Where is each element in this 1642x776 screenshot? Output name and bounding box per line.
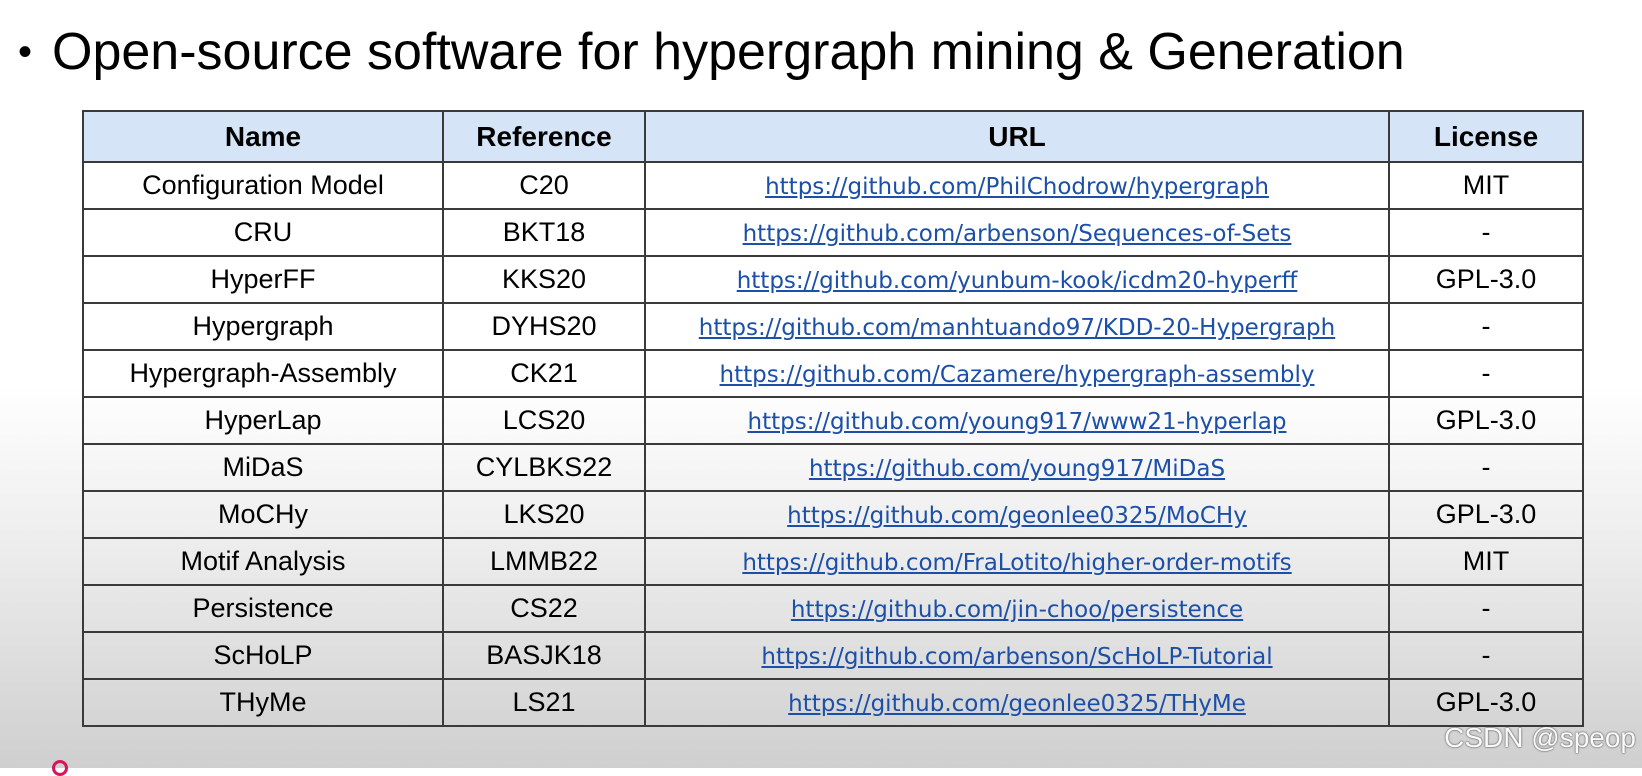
table-row: ScHoLP BASJK18 https://github.com/arbens… xyxy=(82,631,1584,680)
url-link[interactable]: https://github.com/yunbum-kook/icdm20-hy… xyxy=(737,268,1298,294)
cell-reference: BKT18 xyxy=(442,208,646,257)
cell-license: - xyxy=(1388,631,1584,680)
cell-license: GPL-3.0 xyxy=(1388,490,1584,539)
table-row: Motif Analysis LMMB22 https://github.com… xyxy=(82,537,1584,586)
table-row: HyperFF KKS20 https://github.com/yunbum-… xyxy=(82,255,1584,304)
cell-reference: C20 xyxy=(442,161,646,210)
cell-reference: LKS20 xyxy=(442,490,646,539)
cell-reference: CYLBKS22 xyxy=(442,443,646,492)
cell-name: HyperFF xyxy=(82,255,444,304)
table-row: THyMe LS21 https://github.com/geonlee032… xyxy=(82,678,1584,727)
url-link[interactable]: https://github.com/arbenson/Sequences-of… xyxy=(743,221,1292,247)
software-table: Name Reference URL License Configuration… xyxy=(82,110,1584,727)
watermark: CSDN @speop xyxy=(1444,722,1636,753)
table-row: MoCHy LKS20 https://github.com/geonlee03… xyxy=(82,490,1584,539)
cell-name: Motif Analysis xyxy=(82,537,444,586)
table-row: MiDaS CYLBKS22 https://github.com/young9… xyxy=(82,443,1584,492)
cell-reference: CK21 xyxy=(442,349,646,398)
cell-reference: LMMB22 xyxy=(442,537,646,586)
cell-license: MIT xyxy=(1388,161,1584,210)
cell-license: GPL-3.0 xyxy=(1388,678,1584,727)
cell-url: https://github.com/yunbum-kook/icdm20-hy… xyxy=(644,255,1390,304)
url-link[interactable]: https://github.com/arbenson/ScHoLP-Tutor… xyxy=(761,644,1272,670)
cell-url: https://github.com/PhilChodrow/hypergrap… xyxy=(644,161,1390,210)
cell-license: MIT xyxy=(1388,537,1584,586)
cell-url: https://github.com/young917/MiDaS xyxy=(644,443,1390,492)
column-header-url: URL xyxy=(644,110,1390,163)
cell-license: GPL-3.0 xyxy=(1388,255,1584,304)
cell-url: https://github.com/manhtuando97/KDD-20-H… xyxy=(644,302,1390,351)
table-row: Hypergraph-Assembly CK21 https://github.… xyxy=(82,349,1584,398)
cell-url: https://github.com/geonlee0325/THyMe xyxy=(644,678,1390,727)
url-link[interactable]: https://github.com/geonlee0325/THyMe xyxy=(788,691,1246,717)
url-link[interactable]: https://github.com/manhtuando97/KDD-20-H… xyxy=(699,315,1335,341)
cell-name: CRU xyxy=(82,208,444,257)
slide-title: • Open-source software for hypergraph min… xyxy=(18,22,1405,82)
cell-reference: CS22 xyxy=(442,584,646,633)
cell-name: Configuration Model xyxy=(82,161,444,210)
cell-name: ScHoLP xyxy=(82,631,444,680)
cell-license: - xyxy=(1388,584,1584,633)
url-link[interactable]: https://github.com/jin-choo/persistence xyxy=(791,597,1243,623)
column-header-name: Name xyxy=(82,110,444,163)
cell-name: Hypergraph-Assembly xyxy=(82,349,444,398)
slide-title-text: Open-source software for hypergraph mini… xyxy=(52,23,1405,81)
cell-url: https://github.com/FraLotito/higher-orde… xyxy=(644,537,1390,586)
cell-license: - xyxy=(1388,302,1584,351)
table-row: CRU BKT18 https://github.com/arbenson/Se… xyxy=(82,208,1584,257)
cell-name: MoCHy xyxy=(82,490,444,539)
column-header-license: License xyxy=(1388,110,1584,163)
url-link[interactable]: https://github.com/PhilChodrow/hypergrap… xyxy=(765,174,1269,200)
url-link[interactable]: https://github.com/young917/www21-hyperl… xyxy=(748,409,1287,435)
cell-name: HyperLap xyxy=(82,396,444,445)
url-link[interactable]: https://github.com/Cazamere/hypergraph-a… xyxy=(720,362,1315,388)
table-row: Hypergraph DYHS20 https://github.com/man… xyxy=(82,302,1584,351)
cell-url: https://github.com/arbenson/Sequences-of… xyxy=(644,208,1390,257)
url-link[interactable]: https://github.com/FraLotito/higher-orde… xyxy=(742,550,1291,576)
cell-name: Persistence xyxy=(82,584,444,633)
cell-name: THyMe xyxy=(82,678,444,727)
cell-reference: KKS20 xyxy=(442,255,646,304)
cell-license: GPL-3.0 xyxy=(1388,396,1584,445)
url-link[interactable]: https://github.com/geonlee0325/MoCHy xyxy=(787,503,1247,529)
cell-name: Hypergraph xyxy=(82,302,444,351)
column-header-reference: Reference xyxy=(442,110,646,163)
table-row: Persistence CS22 https://github.com/jin-… xyxy=(82,584,1584,633)
cell-reference: LS21 xyxy=(442,678,646,727)
cell-url: https://github.com/Cazamere/hypergraph-a… xyxy=(644,349,1390,398)
accent-dot xyxy=(52,760,68,776)
url-link[interactable]: https://github.com/young917/MiDaS xyxy=(809,456,1225,482)
cell-url: https://github.com/arbenson/ScHoLP-Tutor… xyxy=(644,631,1390,680)
table-row: Configuration Model C20 https://github.c… xyxy=(82,161,1584,210)
cell-url: https://github.com/jin-choo/persistence xyxy=(644,584,1390,633)
cell-license: - xyxy=(1388,443,1584,492)
cell-license: - xyxy=(1388,208,1584,257)
cell-url: https://github.com/geonlee0325/MoCHy xyxy=(644,490,1390,539)
cell-reference: DYHS20 xyxy=(442,302,646,351)
cell-name: MiDaS xyxy=(82,443,444,492)
cell-url: https://github.com/young917/www21-hyperl… xyxy=(644,396,1390,445)
cell-license: - xyxy=(1388,349,1584,398)
table-header-row: Name Reference URL License xyxy=(82,110,1584,163)
cell-reference: LCS20 xyxy=(442,396,646,445)
table-row: HyperLap LCS20 https://github.com/young9… xyxy=(82,396,1584,445)
cell-reference: BASJK18 xyxy=(442,631,646,680)
bullet-icon: • xyxy=(18,30,33,74)
